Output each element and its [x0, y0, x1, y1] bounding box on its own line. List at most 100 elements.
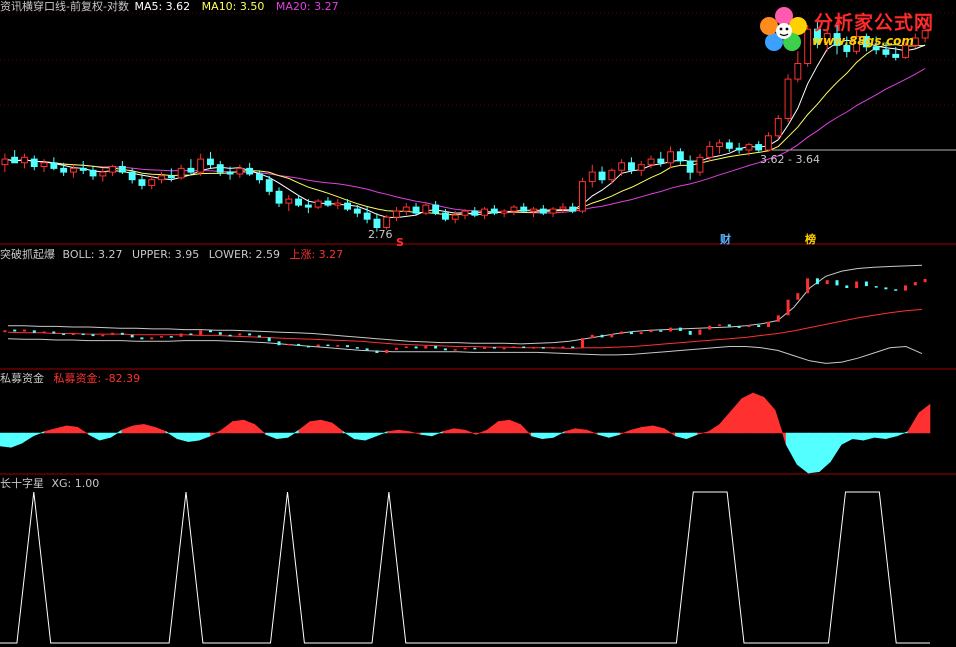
fund-area-segment — [586, 429, 599, 435]
boll-price-mark — [894, 289, 898, 291]
boll-price-mark — [3, 330, 7, 333]
boll-price-mark — [502, 347, 506, 350]
fund-area-segment — [608, 432, 621, 438]
boll-price-mark — [796, 293, 800, 300]
fund-title: 私募资金 — [0, 372, 44, 385]
cross-panel-header: 长十字星 XG: 1.00 — [0, 477, 99, 490]
boll-price-mark — [395, 347, 398, 350]
boll-price-mark — [718, 324, 721, 326]
candle-body — [236, 167, 244, 175]
fund-value-label: 私募资金: -82.39 — [53, 372, 141, 385]
fund-area-segment — [55, 425, 67, 434]
boll-title: 突破抓起爆 — [0, 248, 55, 261]
candle-body — [265, 179, 273, 192]
fund-area-segment — [896, 431, 909, 437]
main-price-panel[interactable] — [1, 22, 929, 232]
boll-price-mark — [287, 343, 291, 346]
fund-area-segment — [907, 411, 920, 434]
candle-body — [530, 208, 537, 212]
candle-body — [520, 206, 528, 212]
cross-star-panel[interactable] — [0, 491, 930, 644]
candle — [393, 207, 400, 222]
candle — [79, 160, 87, 175]
fund-area-segment — [210, 429, 222, 437]
fund-area-segment — [763, 396, 776, 434]
candle-body — [892, 53, 900, 58]
boll-price-mark — [571, 346, 575, 348]
flower-logo-icon — [760, 7, 807, 51]
boll-price-mark — [737, 326, 741, 328]
fund-area-segment — [841, 432, 853, 445]
candle-body — [167, 175, 175, 179]
fund-area-segment — [774, 410, 787, 445]
fund-area-segment — [697, 431, 709, 435]
rise-label: 上涨: 3.27 — [289, 248, 344, 261]
candle — [432, 201, 440, 216]
candle — [696, 153, 704, 176]
fund-area-segment — [785, 432, 798, 465]
candle — [794, 51, 802, 83]
candle — [187, 159, 195, 175]
boll-price-mark — [806, 278, 810, 294]
boll-price-mark — [267, 337, 271, 342]
fund-area-segment — [641, 425, 654, 434]
candle — [784, 74, 792, 122]
fund-area-segment — [818, 432, 831, 473]
candle — [412, 203, 420, 216]
candle-body — [314, 200, 322, 208]
candle — [588, 164, 596, 188]
fund-area-segment — [320, 419, 333, 434]
fund-panel[interactable] — [0, 392, 931, 474]
fund-area-segment — [652, 425, 665, 434]
candle-body — [569, 206, 577, 212]
boll-price-mark — [160, 336, 163, 338]
fund-area-segment — [254, 423, 267, 436]
candle — [735, 142, 743, 154]
candle — [481, 207, 489, 220]
fund-area-segment — [752, 392, 765, 434]
boll-price-mark — [404, 346, 408, 348]
candle — [725, 139, 733, 152]
fund-area-segment — [331, 422, 344, 434]
boll-price-mark — [209, 330, 212, 333]
boll-price-mark — [473, 347, 477, 350]
candle-body — [324, 200, 332, 206]
boll-price-mark — [786, 299, 790, 316]
boll-price-mark — [424, 345, 428, 349]
ma20-label: MA20: 3.27 — [275, 0, 339, 13]
candle — [236, 164, 244, 178]
boll-price-mark — [708, 325, 712, 330]
high-annotation: 3.62 - 3.64 — [760, 153, 820, 166]
candle — [618, 159, 626, 176]
boll-price-mark — [581, 338, 584, 348]
candle-body — [608, 169, 616, 181]
candle-body — [344, 202, 352, 210]
ma5-label: MA5: 3.62 — [134, 0, 191, 13]
candle-body — [128, 171, 136, 181]
boll-price-mark — [825, 280, 829, 285]
candle-body — [765, 135, 772, 151]
fund-area-segment — [852, 432, 864, 441]
candle-body — [1, 158, 9, 166]
boll-price-mark — [512, 346, 516, 348]
boll-price-mark — [101, 334, 105, 337]
boll-panel[interactable] — [3, 264, 927, 364]
fund-area-segment — [663, 428, 676, 437]
fund-area-segment — [0, 432, 12, 448]
candle — [334, 199, 342, 210]
candle-body — [60, 167, 68, 173]
boll-label: BOLL: 3.27 — [62, 248, 123, 261]
fund-area-segment — [553, 431, 565, 438]
candle — [246, 162, 254, 176]
boll-price-mark — [776, 315, 780, 322]
fund-area-segment — [265, 432, 278, 440]
fund-area-segment — [99, 432, 111, 441]
candle-body — [295, 198, 303, 206]
boll-price-mark — [111, 332, 115, 335]
fund-area-segment — [376, 431, 388, 437]
fund-area-segment — [10, 432, 23, 448]
fund-area-segment — [730, 397, 743, 434]
candle — [99, 168, 107, 182]
candle-body — [138, 179, 146, 186]
candle — [676, 148, 684, 165]
